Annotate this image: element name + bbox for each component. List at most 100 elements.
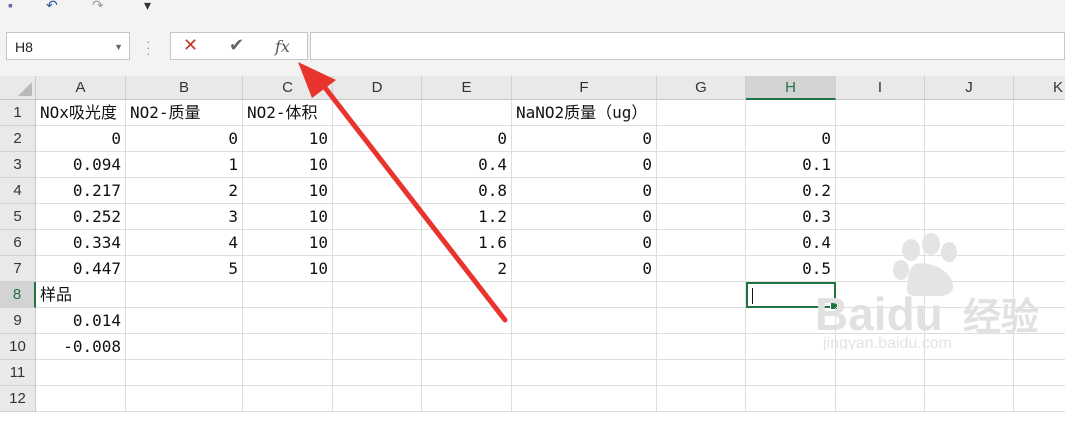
cell-g5[interactable] <box>657 204 746 230</box>
cell-c5[interactable]: 10 <box>243 204 333 230</box>
cell-h4[interactable]: 0.2 <box>746 178 836 204</box>
name-box[interactable]: H8 ▼ <box>6 32 130 60</box>
cell-c11[interactable] <box>243 360 333 386</box>
column-header-h[interactable]: H <box>746 76 836 100</box>
cell-k5[interactable] <box>1014 204 1065 230</box>
cell-c10[interactable] <box>243 334 333 360</box>
cell-k7[interactable] <box>1014 256 1065 282</box>
cell-e9[interactable] <box>422 308 512 334</box>
cell-a2[interactable]: 0 <box>36 126 126 152</box>
column-header-e[interactable]: E <box>422 76 512 100</box>
column-header-b[interactable]: B <box>126 76 243 100</box>
cell-f12[interactable] <box>512 386 657 412</box>
cell-e6[interactable]: 1.6 <box>422 230 512 256</box>
cell-b11[interactable] <box>126 360 243 386</box>
cell-j7[interactable] <box>925 256 1014 282</box>
cell-e4[interactable]: 0.8 <box>422 178 512 204</box>
cell-c12[interactable] <box>243 386 333 412</box>
row-header-9[interactable]: 9 <box>0 308 36 334</box>
cell-a9[interactable]: 0.014 <box>36 308 126 334</box>
cell-b2[interactable]: 0 <box>126 126 243 152</box>
cell-d12[interactable] <box>333 386 422 412</box>
cell-j3[interactable] <box>925 152 1014 178</box>
cell-f10[interactable] <box>512 334 657 360</box>
row-header-8[interactable]: 8 <box>0 282 36 308</box>
cell-g6[interactable] <box>657 230 746 256</box>
save-icon[interactable]: ▪ <box>8 0 13 14</box>
row-header-6[interactable]: 6 <box>0 230 36 256</box>
cell-h3[interactable]: 0.1 <box>746 152 836 178</box>
cell-e12[interactable] <box>422 386 512 412</box>
cell-c2[interactable]: 10 <box>243 126 333 152</box>
row-header-12[interactable]: 12 <box>0 386 36 412</box>
cell-h2[interactable]: 0 <box>746 126 836 152</box>
undo-icon[interactable]: ↶ <box>46 0 58 14</box>
cell-f6[interactable]: 0 <box>512 230 657 256</box>
cell-a6[interactable]: 0.334 <box>36 230 126 256</box>
cell-j12[interactable] <box>925 386 1014 412</box>
cell-c9[interactable] <box>243 308 333 334</box>
cell-c7[interactable]: 10 <box>243 256 333 282</box>
cell-g3[interactable] <box>657 152 746 178</box>
row-header-11[interactable]: 11 <box>0 360 36 386</box>
cell-g10[interactable] <box>657 334 746 360</box>
row-header-3[interactable]: 3 <box>0 152 36 178</box>
column-header-d[interactable]: D <box>333 76 422 100</box>
row-header-7[interactable]: 7 <box>0 256 36 282</box>
cell-j5[interactable] <box>925 204 1014 230</box>
cell-f4[interactable]: 0 <box>512 178 657 204</box>
formula-input[interactable] <box>310 32 1065 60</box>
cell-a7[interactable]: 0.447 <box>36 256 126 282</box>
cell-k1[interactable] <box>1014 100 1065 126</box>
cell-a1[interactable]: NOx吸光度 <box>36 100 126 126</box>
row-header-1[interactable]: 1 <box>0 100 36 126</box>
cell-c4[interactable]: 10 <box>243 178 333 204</box>
cell-b7[interactable]: 5 <box>126 256 243 282</box>
select-all-button[interactable] <box>0 76 36 100</box>
cell-e10[interactable] <box>422 334 512 360</box>
cell-i7[interactable] <box>836 256 925 282</box>
cell-a8[interactable]: 样品 <box>36 282 126 308</box>
cell-b9[interactable] <box>126 308 243 334</box>
cell-d3[interactable] <box>333 152 422 178</box>
cell-g1[interactable] <box>657 100 746 126</box>
cell-j4[interactable] <box>925 178 1014 204</box>
cell-d6[interactable] <box>333 230 422 256</box>
column-header-k[interactable]: K <box>1014 76 1065 100</box>
cell-h11[interactable] <box>746 360 836 386</box>
cell-i5[interactable] <box>836 204 925 230</box>
cell-a4[interactable]: 0.217 <box>36 178 126 204</box>
cell-j1[interactable] <box>925 100 1014 126</box>
cell-e11[interactable] <box>422 360 512 386</box>
cell-b12[interactable] <box>126 386 243 412</box>
cell-k8[interactable] <box>1014 282 1065 308</box>
cell-i8[interactable] <box>836 282 925 308</box>
cell-k12[interactable] <box>1014 386 1065 412</box>
cell-b3[interactable]: 1 <box>126 152 243 178</box>
cell-a10[interactable]: -0.008 <box>36 334 126 360</box>
cell-h7[interactable]: 0.5 <box>746 256 836 282</box>
cell-d8[interactable] <box>333 282 422 308</box>
cell-c3[interactable]: 10 <box>243 152 333 178</box>
cell-k9[interactable] <box>1014 308 1065 334</box>
cell-j11[interactable] <box>925 360 1014 386</box>
cell-b5[interactable]: 3 <box>126 204 243 230</box>
cell-j2[interactable] <box>925 126 1014 152</box>
column-header-a[interactable]: A <box>36 76 126 100</box>
cell-f3[interactable]: 0 <box>512 152 657 178</box>
cell-b1[interactable]: NO2-质量 <box>126 100 243 126</box>
cell-k4[interactable] <box>1014 178 1065 204</box>
cell-a5[interactable]: 0.252 <box>36 204 126 230</box>
cancel-icon[interactable]: ✕ <box>183 35 198 56</box>
cell-g2[interactable] <box>657 126 746 152</box>
cell-f2[interactable]: 0 <box>512 126 657 152</box>
cell-b8[interactable] <box>126 282 243 308</box>
column-header-i[interactable]: I <box>836 76 925 100</box>
cell-d11[interactable] <box>333 360 422 386</box>
cell-b6[interactable]: 4 <box>126 230 243 256</box>
cell-i6[interactable] <box>836 230 925 256</box>
cell-i12[interactable] <box>836 386 925 412</box>
redo-icon[interactable]: ↷ <box>92 0 104 14</box>
cell-i10[interactable] <box>836 334 925 360</box>
formula-bar-grip-icon[interactable]: · · · <box>146 34 151 60</box>
